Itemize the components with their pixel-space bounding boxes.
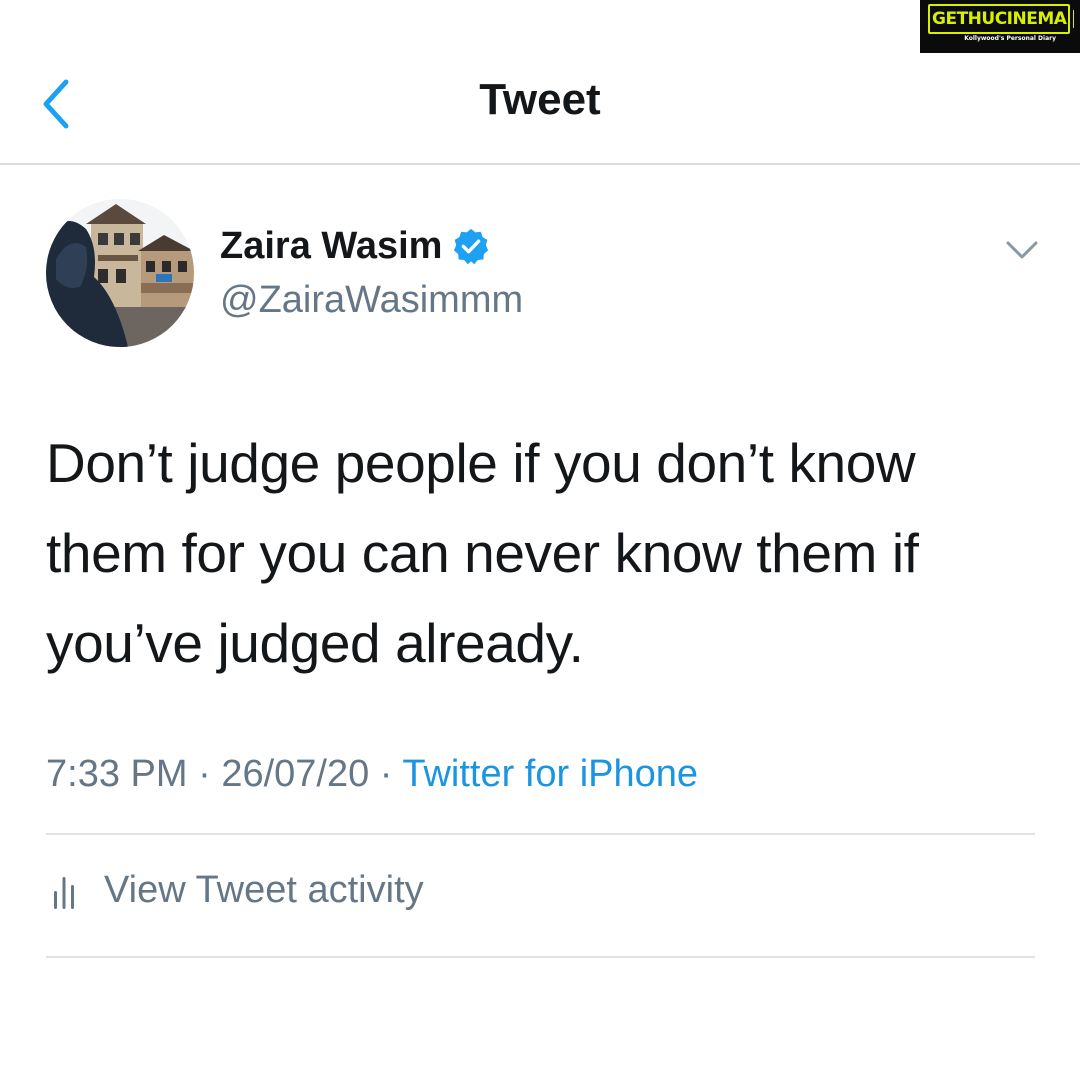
view-tweet-activity-button[interactable]: View Tweet activity [46, 864, 424, 916]
chevron-down-icon [1006, 241, 1038, 259]
author-name-row[interactable]: Zaira Wasim [220, 222, 490, 270]
avatar[interactable] [46, 199, 194, 347]
tweet-options-button[interactable] [1004, 238, 1040, 262]
verified-badge-icon [454, 228, 489, 265]
view-tweet-activity-label: View Tweet activity [104, 869, 424, 911]
tweet-text: Don’t judge people if you don’t know the… [46, 432, 919, 674]
author-handle[interactable]: @ZairaWasimmm [220, 276, 523, 324]
tweet-time: 7:33 PM [46, 753, 188, 795]
author-display-name: Zaira Wasim [220, 225, 443, 267]
meta-separator: · [369, 753, 403, 795]
meta-separator: · [187, 753, 222, 795]
tweet-date: 26/07/20 [221, 753, 370, 795]
divider [46, 956, 1035, 958]
tweet-source-link[interactable]: Twitter for iPhone [402, 753, 698, 795]
bar-chart-icon [54, 877, 74, 909]
page-title: Tweet [479, 75, 601, 124]
tweet-metadata: 7:33 PM · 26/07/20 · Twitter for iPhone [46, 748, 698, 800]
avatar-image [46, 199, 194, 347]
divider [46, 833, 1035, 835]
tweet-detail-screen: GETHUCINEMA Kollywood's Personal Diary T… [0, 0, 1080, 1080]
navigation-header: Tweet [0, 0, 1080, 165]
